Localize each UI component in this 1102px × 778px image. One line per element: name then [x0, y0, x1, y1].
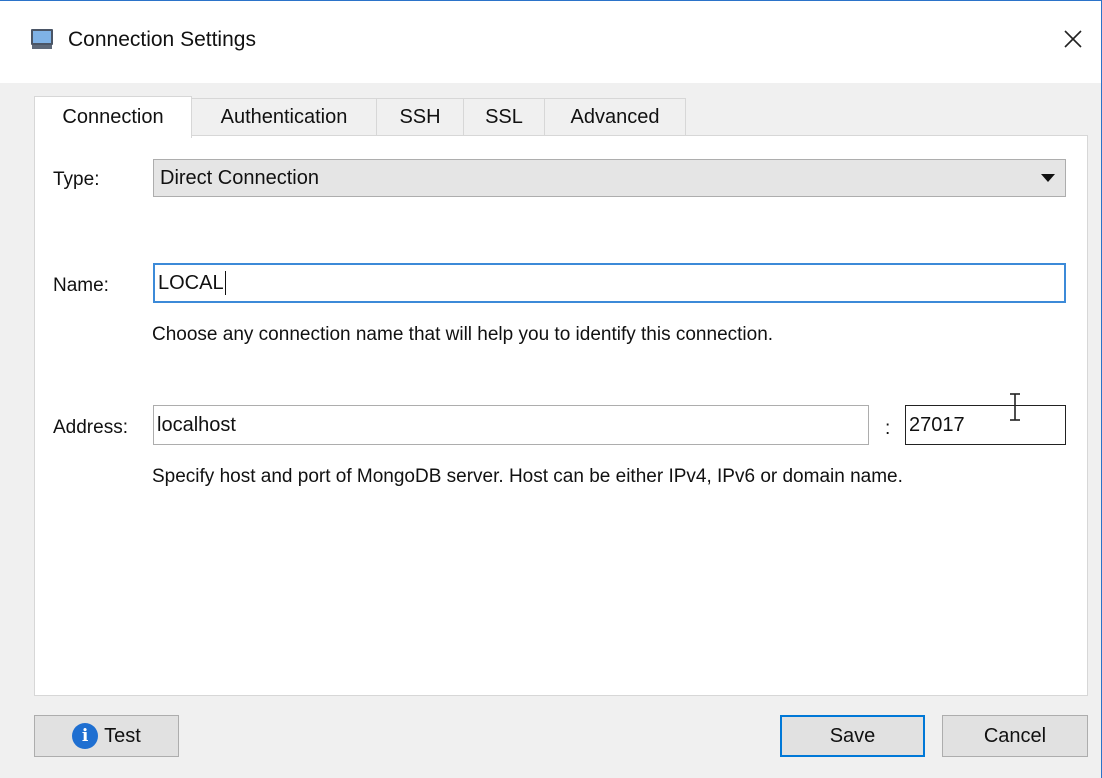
cancel-button[interactable]: Cancel: [942, 715, 1088, 757]
name-label: Name:: [53, 275, 109, 296]
tab-label: Advanced: [570, 106, 660, 128]
tab-ssh[interactable]: SSH: [376, 98, 464, 136]
port-value: 27017: [909, 413, 965, 436]
tab-connection[interactable]: Connection: [34, 96, 192, 138]
tab-label: Connection: [62, 106, 164, 128]
tab-advanced[interactable]: Advanced: [544, 98, 686, 136]
save-button-label: Save: [829, 724, 876, 747]
host-input[interactable]: localhost: [153, 405, 869, 445]
close-button[interactable]: [1055, 23, 1091, 59]
type-dropdown[interactable]: Direct Connection: [153, 159, 1066, 197]
cancel-button-label: Cancel: [983, 724, 1047, 747]
test-button-label: Test: [104, 724, 141, 747]
tab-label: Authentication: [220, 106, 348, 128]
connection-panel: Type: Direct Connection Name: LOCAL Choo…: [34, 135, 1088, 696]
address-label: Address:: [53, 417, 128, 438]
type-label: Type:: [53, 169, 100, 190]
computer-icon: [30, 28, 54, 50]
save-button[interactable]: Save: [780, 715, 925, 757]
close-icon: [1063, 29, 1083, 54]
text-caret: [224, 271, 226, 295]
host-value: localhost: [157, 413, 236, 436]
title-bar: Connection Settings: [0, 1, 1101, 83]
tab-label: SSH: [399, 106, 441, 128]
dropdown-arrow-icon: [1041, 174, 1055, 182]
port-input[interactable]: 27017: [905, 405, 1066, 445]
info-icon: i: [72, 723, 99, 749]
window-title: Connection Settings: [68, 28, 256, 51]
connection-settings-dialog: Connection Settings Connection Authentic…: [0, 0, 1102, 778]
name-input[interactable]: LOCAL: [153, 263, 1066, 303]
tab-ssl[interactable]: SSL: [463, 98, 545, 136]
tab-authentication[interactable]: Authentication: [191, 98, 377, 136]
address-hint: Specify host and port of MongoDB server.…: [152, 466, 903, 487]
ibeam-cursor-icon: [1008, 392, 1022, 422]
address-separator: :: [885, 418, 891, 439]
name-hint: Choose any connection name that will hel…: [152, 324, 774, 345]
name-value: LOCAL: [158, 271, 224, 294]
type-value: Direct Connection: [160, 166, 319, 189]
tab-label: SSL: [485, 106, 523, 128]
test-button[interactable]: i Test: [34, 715, 179, 757]
